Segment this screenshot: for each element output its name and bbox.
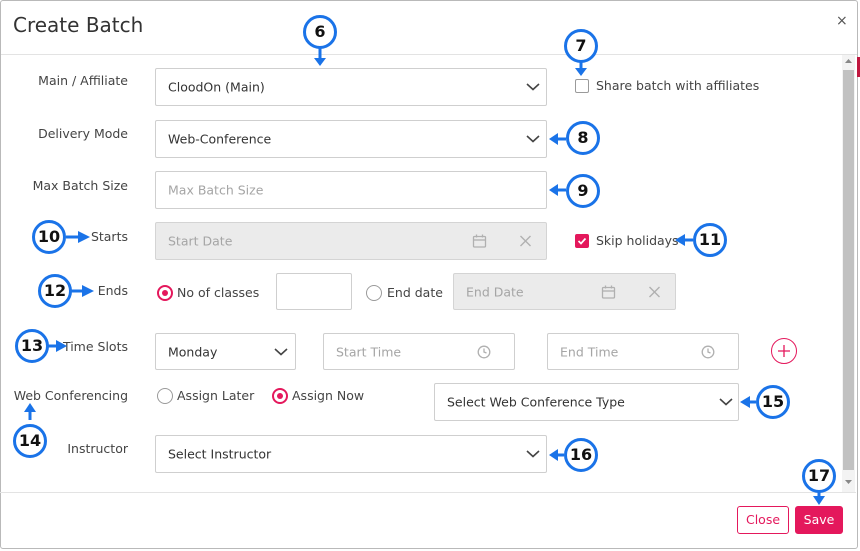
callout-arrows [24,48,825,505]
callout-badge: 10 [32,220,66,254]
callout-badge: 7 [564,29,598,63]
callout-badge: 8 [566,121,600,155]
callout-badge: 6 [303,15,337,49]
callout-badge: 15 [756,385,790,419]
callout-badge: 16 [564,438,598,472]
callout-badge: 9 [566,174,600,208]
callout-badge: 14 [13,424,47,458]
callout-badge: 12 [38,274,72,308]
callout-badge: 11 [693,223,727,257]
callout-badge: 17 [802,459,836,493]
callout-badge: 13 [15,329,49,363]
